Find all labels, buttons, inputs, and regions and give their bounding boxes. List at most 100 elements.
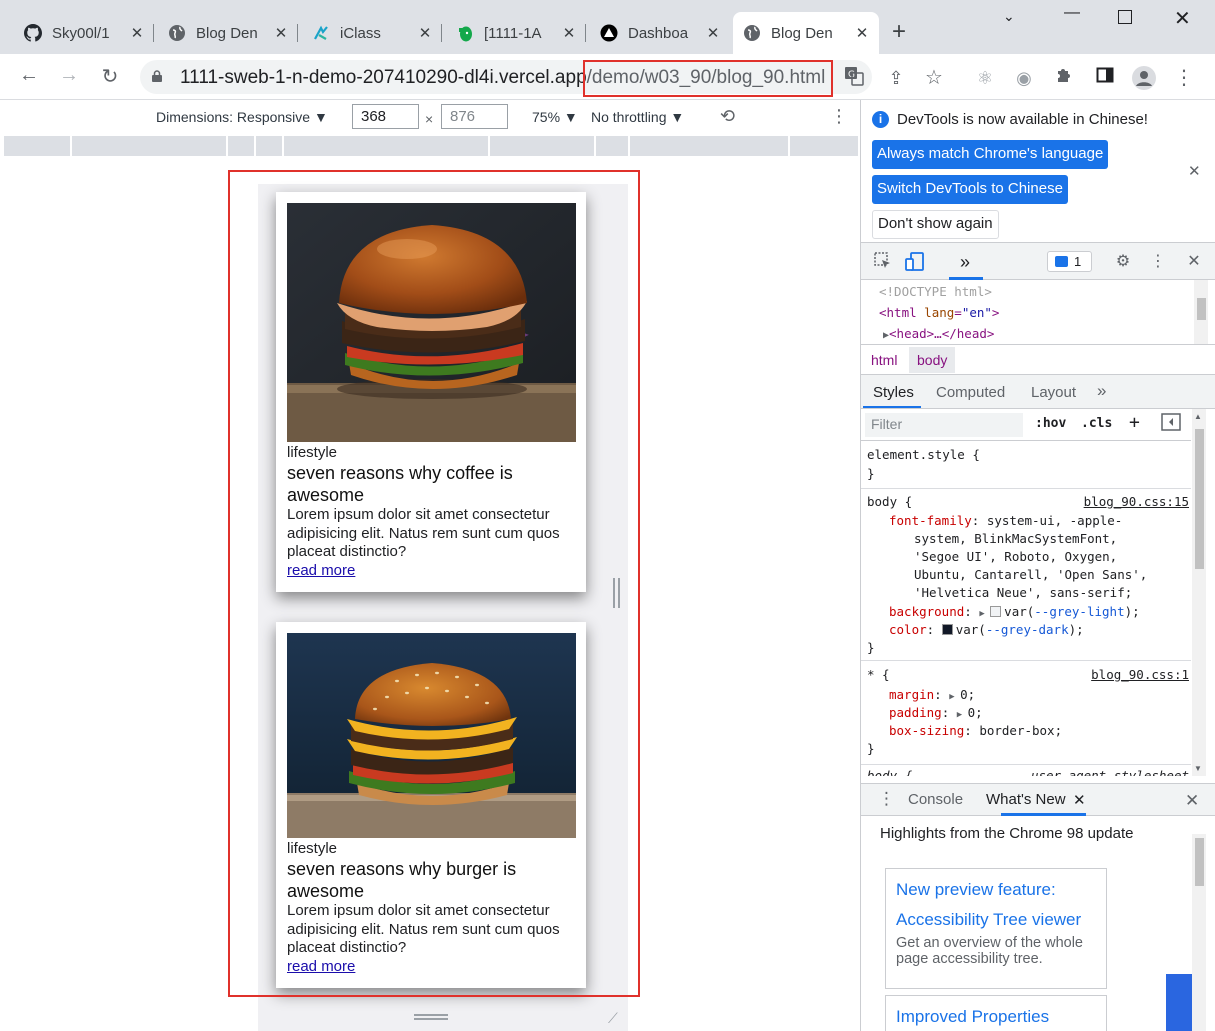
hover-state-button[interactable]: :hov: [1035, 416, 1066, 431]
close-icon[interactable]: ✕: [130, 24, 144, 42]
expand-triangle-icon[interactable]: ▶: [949, 692, 960, 702]
more-panes-chevron-icon[interactable]: »: [1097, 381, 1106, 401]
rule-selector[interactable]: element.style {: [867, 447, 980, 462]
dom-scrollbar[interactable]: [1194, 280, 1208, 344]
drawer-scrollbar[interactable]: [1192, 834, 1206, 1031]
expand-triangle-icon[interactable]: ▶: [957, 710, 968, 720]
tab-search-chevron-icon[interactable]: ⌄: [1003, 8, 1015, 25]
throttling-dropdown[interactable]: No throttling ▼: [591, 109, 684, 125]
extension-camera-icon[interactable]: ◉: [1012, 66, 1036, 90]
close-icon[interactable]: ✕: [855, 24, 869, 42]
color-swatch[interactable]: [941, 624, 953, 635]
inspect-element-icon[interactable]: [873, 252, 893, 272]
styles-scrollbar[interactable]: ▲ ▼: [1192, 409, 1206, 776]
close-icon[interactable]: ✕: [1188, 162, 1201, 180]
dom-head-node[interactable]: ▶<head>…</head>: [883, 326, 994, 341]
corner-resize-handle-icon[interactable]: ⟋: [608, 1010, 618, 1027]
media-query-ruler[interactable]: [4, 136, 858, 156]
color-swatch[interactable]: [990, 606, 1002, 617]
prop-box-sizing[interactable]: box-sizing: border-box;: [889, 723, 1062, 738]
maximize-icon[interactable]: [1118, 10, 1132, 24]
browser-tab-iclass[interactable]: iClass ✕: [302, 12, 442, 54]
rule-selector[interactable]: body {: [867, 768, 912, 776]
right-resize-handle[interactable]: [613, 578, 620, 608]
prop-var-name[interactable]: --grey-light: [1034, 604, 1124, 619]
tab-styles[interactable]: Styles: [873, 384, 914, 401]
rule-source-link[interactable]: blog_90.css:1: [1091, 667, 1189, 682]
scroll-down-arrow-icon[interactable]: ▼: [1194, 764, 1202, 773]
whats-new-link[interactable]: Accessibility Tree viewer: [896, 905, 1096, 935]
forward-arrow-icon[interactable]: →: [56, 64, 82, 87]
browser-tab-blog[interactable]: Blog Den ✕: [158, 12, 298, 54]
issues-badge[interactable]: 1: [1047, 251, 1092, 272]
side-panel-icon[interactable]: [1093, 66, 1117, 90]
drawer-menu-icon[interactable]: ⋮: [878, 789, 895, 809]
settings-gear-icon[interactable]: ⚙: [1113, 252, 1133, 272]
browser-tab-active[interactable]: Blog Den ✕: [733, 12, 879, 54]
rule-source-link[interactable]: blog_90.css:15: [1084, 494, 1189, 509]
whats-new-card[interactable]: Improved Properties: [885, 995, 1107, 1031]
back-arrow-icon[interactable]: ←: [16, 64, 42, 87]
extensions-puzzle-icon[interactable]: [1052, 66, 1076, 90]
prop-var-name[interactable]: --grey-dark: [986, 622, 1069, 637]
whats-new-card[interactable]: New preview feature: Accessibility Tree …: [885, 868, 1107, 989]
match-language-button[interactable]: Always match Chrome's language: [872, 140, 1109, 169]
tab-computed[interactable]: Computed: [936, 384, 1005, 401]
expand-triangle-icon[interactable]: ▶: [979, 609, 990, 619]
scroll-thumb[interactable]: [1197, 298, 1206, 320]
width-input[interactable]: 368: [352, 104, 419, 129]
devtools-menu-icon[interactable]: ⋮: [1148, 252, 1168, 272]
prop-background[interactable]: background: ▶ var(--grey-light);: [889, 604, 1140, 619]
dimensions-dropdown[interactable]: Dimensions: Responsive ▼: [156, 109, 328, 125]
rotate-icon[interactable]: ⟲: [720, 106, 735, 127]
minimize-icon[interactable]: —: [1064, 4, 1080, 22]
class-toggle-button[interactable]: .cls: [1081, 416, 1112, 431]
breadcrumb-html[interactable]: html: [863, 352, 905, 368]
chrome-menu-icon[interactable]: ⋮: [1172, 66, 1196, 90]
close-icon[interactable]: ✕: [706, 24, 720, 42]
close-devtools-icon[interactable]: ✕: [1184, 252, 1204, 272]
browser-tab-evernote[interactable]: [1111-1A ✕: [446, 12, 586, 54]
zoom-dropdown[interactable]: 75% ▼: [532, 109, 578, 125]
window-close-icon[interactable]: ✕: [1174, 6, 1191, 31]
styles-filter-input[interactable]: Filter: [865, 413, 1023, 437]
prop-color[interactable]: color: var(--grey-dark);: [889, 622, 1084, 637]
close-icon[interactable]: ✕: [274, 24, 288, 42]
new-tab-plus-icon[interactable]: +: [892, 20, 906, 44]
scroll-up-arrow-icon[interactable]: ▲: [1194, 412, 1202, 421]
dom-doctype[interactable]: <!DOCTYPE html>: [879, 284, 992, 299]
browser-tab-github[interactable]: Sky00l/1 ✕: [14, 12, 154, 54]
close-icon[interactable]: ✕: [1073, 791, 1086, 809]
browser-tab-dashboard[interactable]: Dashboa ✕: [590, 12, 730, 54]
lock-icon[interactable]: [152, 70, 162, 82]
scroll-thumb[interactable]: [1195, 429, 1204, 569]
bookmark-star-icon[interactable]: ☆: [922, 66, 946, 90]
rule-selector[interactable]: * {: [867, 667, 890, 682]
prop-font-family[interactable]: font-family: system-ui, -apple-: [889, 513, 1122, 528]
device-toggle-icon[interactable]: [905, 252, 925, 272]
tab-layout[interactable]: Layout: [1031, 384, 1076, 401]
height-input[interactable]: 876: [441, 104, 508, 129]
whats-new-link[interactable]: Improved Properties: [896, 1002, 1096, 1031]
new-rule-plus-icon[interactable]: +: [1129, 412, 1140, 433]
close-icon[interactable]: ✕: [418, 24, 432, 42]
react-devtools-icon[interactable]: ⚛: [973, 66, 997, 90]
dont-show-again-button[interactable]: Don't show again: [872, 210, 999, 239]
dom-html-node[interactable]: <html lang="en">: [879, 305, 999, 320]
close-icon[interactable]: ✕: [562, 24, 576, 42]
prop-margin[interactable]: margin: ▶ 0;: [889, 687, 975, 702]
prop-padding[interactable]: padding: ▶ 0;: [889, 705, 983, 720]
translate-icon[interactable]: G: [842, 66, 866, 90]
more-options-icon[interactable]: ⋮: [830, 106, 848, 127]
tab-console[interactable]: Console: [908, 791, 963, 808]
tab-whats-new[interactable]: What's New: [986, 791, 1066, 808]
close-drawer-icon[interactable]: ✕: [1185, 791, 1199, 811]
bottom-resize-handle[interactable]: [414, 1014, 448, 1020]
toggle-sidebar-icon[interactable]: [1161, 413, 1181, 435]
scroll-thumb[interactable]: [1195, 838, 1204, 886]
rule-selector[interactable]: body {: [867, 494, 912, 509]
breadcrumb-body[interactable]: body: [909, 347, 956, 373]
more-tabs-chevron-icon[interactable]: »: [955, 252, 975, 272]
reload-icon[interactable]: ↻: [97, 64, 123, 89]
profile-avatar-icon[interactable]: [1132, 66, 1156, 90]
